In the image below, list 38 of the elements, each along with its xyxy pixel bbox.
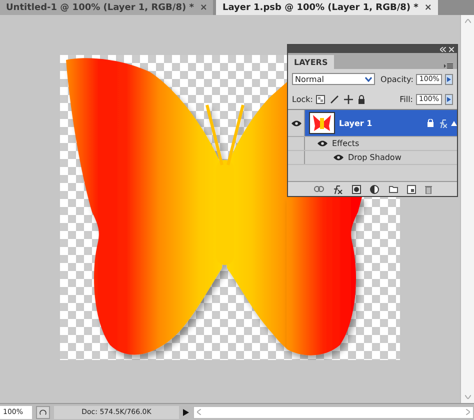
fill-label: Fill: [400,94,413,104]
collapse-icon[interactable] [440,46,446,52]
checkerboard-icon[interactable] [316,94,325,104]
blend-mode-dropdown[interactable]: Normal [292,73,375,85]
close-icon[interactable]: × [424,2,432,12]
chevron-down-icon [364,76,372,82]
opacity-label: Opacity: [380,74,414,84]
effect-name[interactable]: Drop Shadow [348,153,402,162]
link-icon[interactable] [314,186,324,192]
play-icon[interactable] [183,408,189,416]
trash-icon[interactable] [424,184,432,194]
folder-icon[interactable] [388,185,398,193]
panel-tab[interactable]: LAYERS [288,55,334,69]
move-icon[interactable] [344,94,353,104]
adjustment-icon[interactable] [370,184,380,194]
caret-icon[interactable] [451,120,457,126]
eye-icon[interactable] [290,120,302,126]
play-icon[interactable] [445,74,453,84]
eye-icon[interactable] [317,140,328,147]
close-icon[interactable]: × [200,2,208,12]
layer-thumbnail [309,112,335,134]
document-tab[interactable]: Layer 1.psb @ 100% (Layer 1, RGB/8) * × [216,0,438,15]
mask-icon[interactable] [352,184,360,194]
lock-label: Lock: [292,94,313,104]
lock-icon [427,119,434,127]
effects-label: Effects [332,139,360,148]
lock-icon[interactable] [358,94,365,104]
brush-icon[interactable] [330,94,339,104]
fx-icon[interactable] [332,184,342,194]
new-layer-icon[interactable] [406,184,416,194]
refresh-icon[interactable] [36,406,50,418]
document-tab[interactable]: Untitled-1 @ 100% (Layer 1, RGB/8) * × [0,0,214,15]
play-icon[interactable] [445,94,453,104]
layer-row[interactable]: Layer 1 [288,110,457,137]
close-icon[interactable] [449,46,454,52]
menu-icon[interactable] [444,63,453,69]
layer-name: Layer 1 [339,118,374,128]
eye-icon[interactable] [333,154,344,161]
